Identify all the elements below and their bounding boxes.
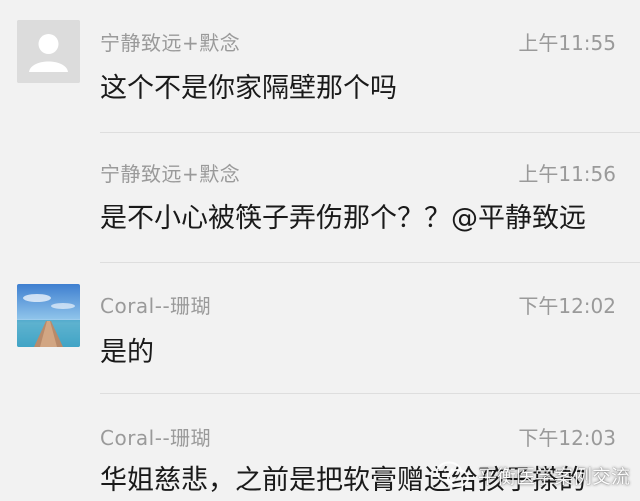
wechat-icon	[435, 461, 469, 487]
sender-name: Coral--珊瑚	[100, 426, 212, 450]
watermark-text: 平衡医学案例交流	[477, 465, 630, 488]
message-divider	[100, 393, 640, 394]
default-user-icon	[17, 20, 80, 83]
message-time: 下午12:02	[518, 294, 616, 318]
watermark: 平衡医学案例交流	[435, 455, 630, 495]
sender-name: 宁静致远+默念	[100, 31, 241, 55]
seaside-pier-photo	[17, 284, 80, 347]
default-avatar[interactable]	[17, 20, 80, 83]
sender-name: 宁静致远+默念	[100, 162, 241, 186]
message-text: 是的	[100, 337, 154, 368]
message-time: 下午12:03	[518, 426, 616, 450]
message-divider	[100, 262, 640, 263]
message-text: 这个不是你家隔壁那个吗	[100, 73, 397, 104]
sender-name: Coral--珊瑚	[100, 294, 212, 318]
message-divider	[100, 132, 640, 133]
message-text: 是不小心被筷子弄伤那个？？@平静致远	[100, 203, 586, 234]
message-time: 上午11:55	[518, 31, 616, 55]
user-avatar[interactable]	[17, 284, 80, 347]
message-time: 上午11:56	[518, 162, 616, 186]
